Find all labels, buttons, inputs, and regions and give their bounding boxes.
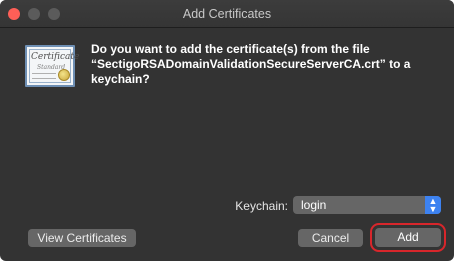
view-certificates-button[interactable]: View Certificates <box>28 229 136 247</box>
cancel-button[interactable]: Cancel <box>298 229 363 247</box>
keychain-popup-button[interactable]: login ▲ ▼ <box>293 196 441 214</box>
certificate-seal-icon <box>58 69 70 81</box>
add-button[interactable]: Add <box>375 228 441 247</box>
certificate-icon: Certificate Standard <box>25 45 79 87</box>
certificate-script-title: Certificate <box>31 52 80 62</box>
up-down-arrows-icon: ▲ ▼ <box>425 196 441 214</box>
dialog-message: Do you want to add the certificate(s) fr… <box>91 42 411 86</box>
keychain-label: Keychain: <box>235 199 288 213</box>
certificate-lines <box>32 73 56 79</box>
window-title: Add Certificates <box>182 7 272 21</box>
title-bar: Add Certificates <box>0 0 454 28</box>
add-certificates-dialog: Add Certificates Certificate Standard Do… <box>0 0 454 261</box>
keychain-selected-value: login <box>301 198 327 212</box>
